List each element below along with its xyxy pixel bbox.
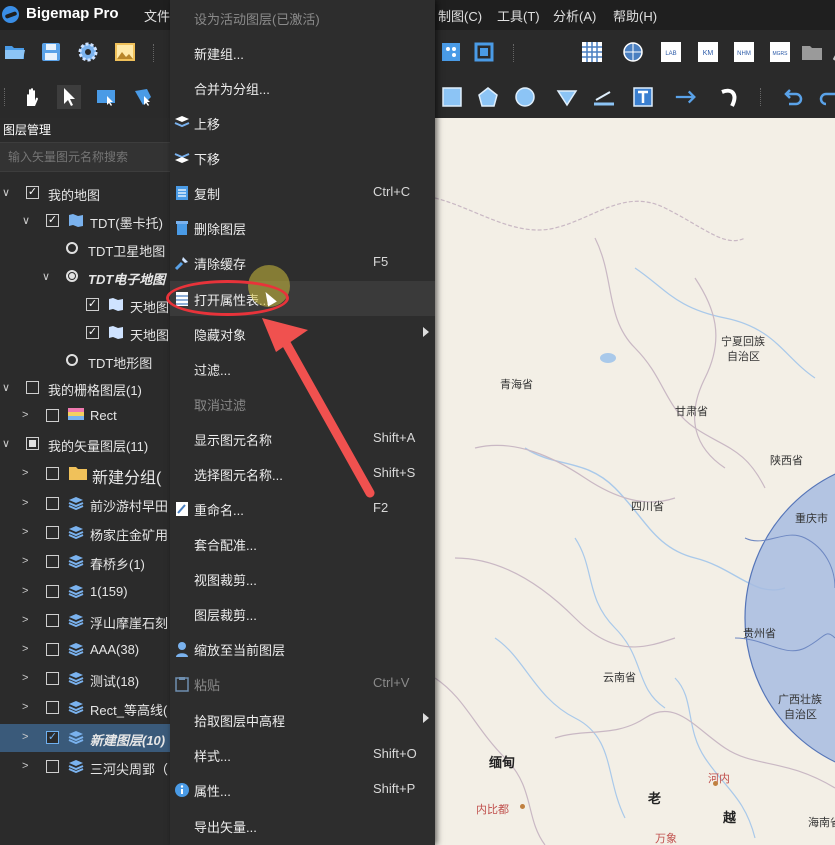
annotation-arrow xyxy=(262,318,375,498)
